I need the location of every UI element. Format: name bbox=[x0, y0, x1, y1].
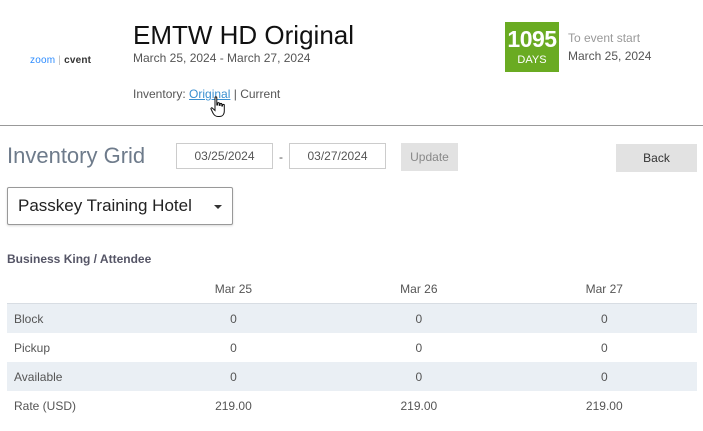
room-type-label: Business King / Attendee bbox=[7, 252, 152, 266]
table-cell: 219.00 bbox=[215, 398, 252, 413]
table-cell: 0 bbox=[140, 303, 327, 333]
inventory-switcher: Inventory: Original | Current bbox=[133, 87, 280, 101]
logo-separator: | bbox=[58, 55, 62, 66]
logo-zoom-text: zoom bbox=[30, 55, 56, 66]
table-cell: 0 bbox=[326, 362, 512, 391]
inventory-separator: | bbox=[233, 87, 237, 101]
hotel-select-value: Passkey Training Hotel bbox=[18, 196, 192, 215]
column-header: Mar 26 bbox=[326, 275, 512, 304]
inventory-current-link[interactable]: Current bbox=[240, 87, 280, 101]
days-countdown-badge: 1095 DAYS bbox=[505, 22, 559, 72]
hand-cursor-icon bbox=[210, 96, 225, 117]
to-event-start-label: To event start bbox=[568, 31, 641, 45]
row-label: Block bbox=[7, 303, 141, 333]
event-start-date: March 25, 2024 bbox=[568, 49, 652, 63]
row-label: Pickup bbox=[14, 340, 51, 355]
row-label: Available bbox=[7, 362, 141, 391]
column-header: Mar 25 bbox=[140, 275, 327, 304]
table-cell: 0 bbox=[326, 303, 512, 333]
page-title: Inventory Grid bbox=[7, 143, 146, 168]
table-cell: 0 bbox=[140, 362, 327, 391]
inventory-label: Inventory: bbox=[133, 87, 186, 101]
table-cell: 0 bbox=[600, 340, 608, 355]
cvent-logo: zoom | cvent bbox=[30, 55, 91, 66]
days-label: DAYS bbox=[517, 54, 547, 66]
table-row: Rate (USD) 219.00 219.00 219.00 bbox=[7, 391, 697, 420]
table-cell: 0 bbox=[230, 340, 237, 355]
date-range-separator: - bbox=[279, 150, 283, 164]
column-header bbox=[7, 275, 141, 304]
table-cell: 219.00 bbox=[585, 398, 623, 413]
table-header-row: Mar 25 Mar 26 Mar 27 bbox=[7, 275, 697, 304]
inventory-table: Mar 25 Mar 26 Mar 27 Block 0 0 0 Pickup … bbox=[7, 275, 697, 420]
back-button[interactable]: Back bbox=[616, 144, 697, 172]
days-count: 1095 bbox=[507, 26, 557, 52]
logo-cvent-text: cvent bbox=[64, 55, 92, 66]
event-title: EMTW HD Original bbox=[133, 20, 355, 50]
table-row: Available 0 0 0 bbox=[7, 362, 697, 391]
table-cell: 219.00 bbox=[400, 398, 438, 413]
caret-down-icon bbox=[214, 205, 222, 209]
column-header: Mar 27 bbox=[511, 275, 697, 304]
hotel-select[interactable]: Passkey Training Hotel bbox=[7, 187, 233, 225]
update-button[interactable]: Update bbox=[401, 143, 458, 171]
table-row: Pickup 0 0 0 bbox=[7, 333, 697, 362]
table-cell: 0 bbox=[415, 340, 423, 355]
header-divider bbox=[0, 125, 703, 126]
row-label: Rate (USD) bbox=[14, 398, 77, 413]
table-row: Block 0 0 0 bbox=[7, 303, 697, 333]
end-date-input[interactable] bbox=[289, 143, 386, 169]
table-cell: 0 bbox=[511, 303, 697, 333]
table-cell: 0 bbox=[511, 362, 697, 391]
start-date-input[interactable] bbox=[176, 143, 273, 169]
event-dates: March 25, 2024 - March 27, 2024 bbox=[133, 51, 311, 65]
